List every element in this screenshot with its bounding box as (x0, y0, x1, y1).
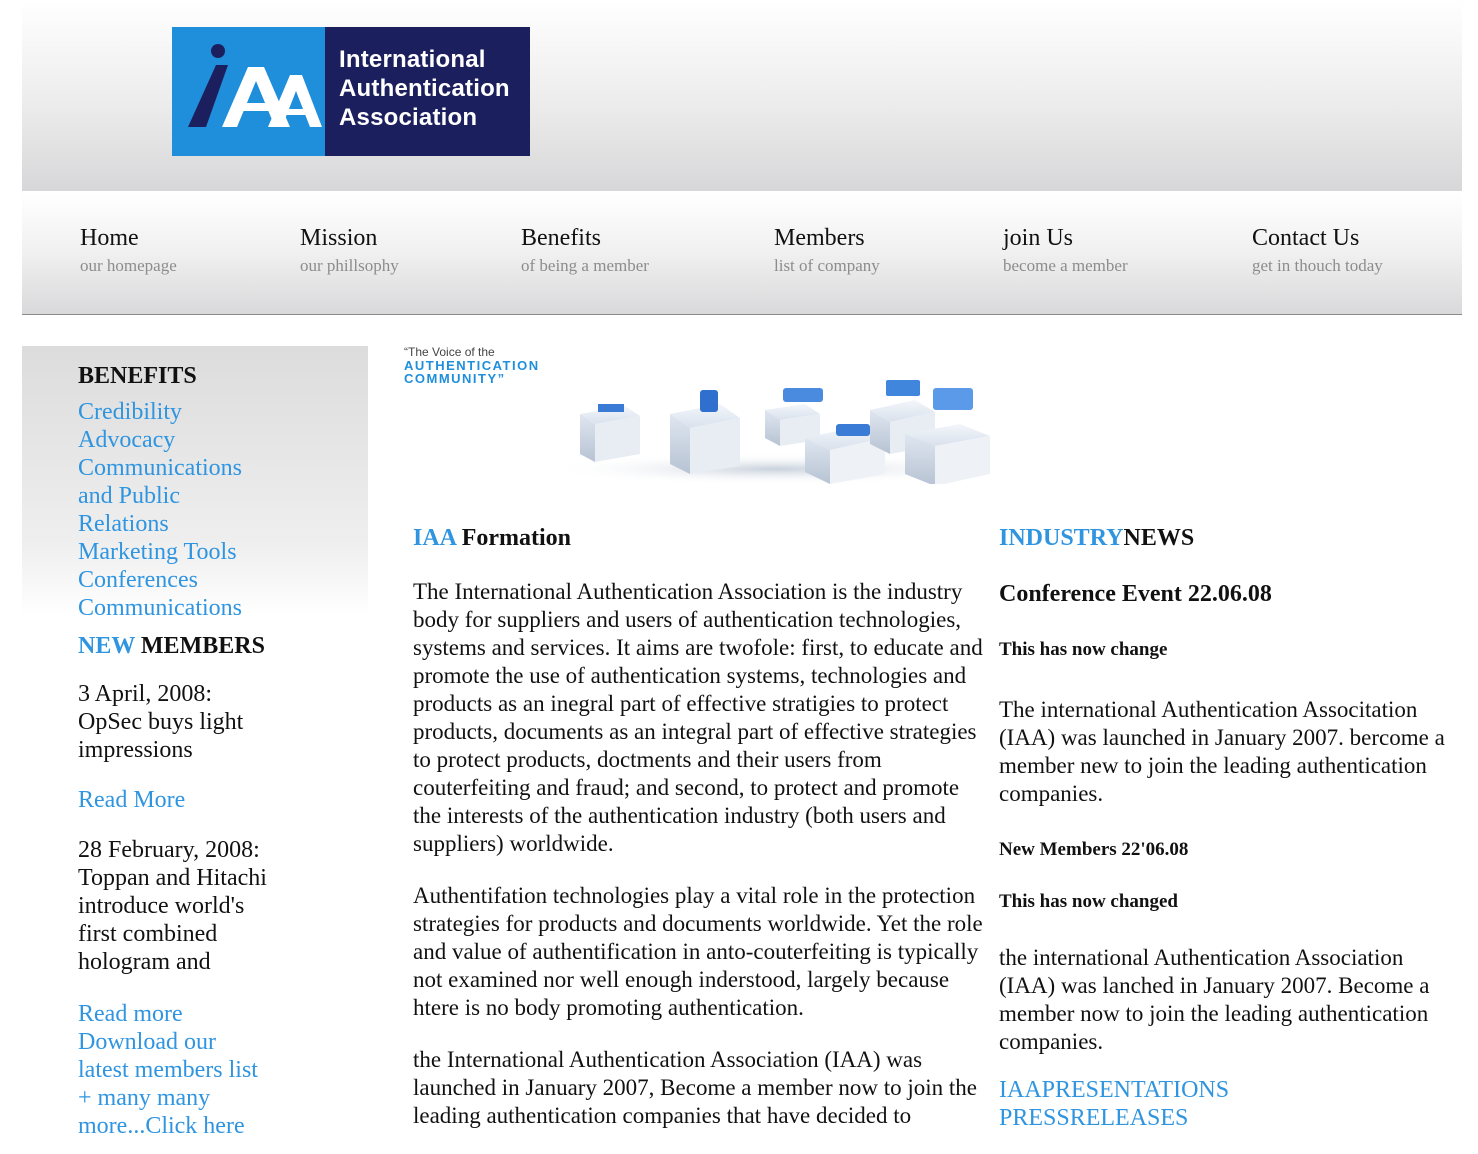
new-members-news-title: New Members 22'06.08 (999, 839, 1189, 860)
new-members-news-body: the international Authentication Associa… (999, 945, 1430, 1054)
nav-item-join-us[interactable]: join Us become a member (1003, 223, 1128, 279)
nav-title[interactable]: Members (774, 223, 880, 253)
event-title: Conference Event 22.06.08 (999, 581, 1272, 607)
download-members-link-3[interactable]: + many many (78, 1084, 358, 1112)
banner-tagline: “The Voice of the AUTHENTICATION COMMUNI… (404, 346, 540, 386)
nav-subtitle: our phillsophy (300, 256, 399, 275)
benefits-heading: BENEFITS (78, 363, 197, 389)
read-more-link-1[interactable]: Read More (78, 786, 358, 814)
site-header: International Authentication Association (22, 0, 1462, 191)
press-releases-link[interactable]: PRESSRELEASES (999, 1104, 1454, 1132)
formation-title-rest: Formation (455, 525, 571, 551)
nav-title[interactable]: Home (80, 223, 177, 253)
iaa-logo-mark (172, 27, 325, 156)
event-note: This has now change (999, 639, 1168, 660)
benefit-link-communications-pr[interactable]: Communications (78, 454, 358, 482)
banner-tagline-3: COMMUNITY” (404, 371, 506, 386)
cube-1 (580, 404, 640, 462)
news-item-1: 3 April, 2008: OpSec buys light impressi… (78, 681, 244, 763)
nav-subtitle: of being a member (521, 256, 649, 275)
logo-line-3: Association (339, 104, 478, 131)
industry-news-title-rest: NEWS (1123, 525, 1195, 551)
logo-line-2: Authentication (339, 75, 510, 102)
formation-paragraph-3: the International Authentication Associa… (413, 1047, 977, 1128)
read-more-link-2[interactable]: Read more (78, 1000, 358, 1028)
formation-paragraph-1: The International Authentication Associa… (413, 579, 983, 856)
banner-cubes-illustration (545, 380, 1005, 484)
nav-title[interactable]: Mission (300, 223, 399, 253)
nav-item-benefits[interactable]: Benefits of being a member (521, 223, 649, 279)
benefit-link-marketing-tools[interactable]: Marketing Tools (78, 538, 358, 566)
nav-title[interactable]: join Us (1003, 223, 1128, 253)
nav-title[interactable]: Contact Us (1252, 223, 1383, 253)
industry-news-column: INDUSTRYNEWS Conference Event 22.06.08 T… (999, 522, 1454, 1132)
new-members-heading-accent: NEW (78, 633, 135, 659)
download-members-link-2[interactable]: latest members list (78, 1056, 358, 1084)
benefit-link-communications-pr-3[interactable]: Relations (78, 510, 358, 538)
benefit-link-credibility[interactable]: Credibility (78, 398, 358, 426)
logo-line-1: International (339, 46, 486, 73)
download-members-link[interactable]: Download our (78, 1028, 358, 1056)
nav-item-home[interactable]: Home our homepage (80, 223, 177, 279)
industry-news-title: INDUSTRYNEWS (999, 522, 1454, 554)
nav-item-members[interactable]: Members list of company (774, 223, 880, 279)
nav-subtitle: become a member (1003, 256, 1128, 275)
news-item-2: 28 February, 2008: Toppan and Hitachi in… (78, 837, 267, 975)
presentations-link[interactable]: IAAPRESENTATIONS (999, 1076, 1454, 1104)
cube-2 (670, 390, 740, 474)
formation-paragraph-2: Authentifation technologies play a vital… (413, 883, 983, 1020)
benefit-link-communications-pr-2[interactable]: and Public (78, 482, 358, 510)
nav-subtitle: our homepage (80, 256, 177, 275)
formation-title-accent: IAA (413, 525, 456, 551)
new-members-news-note: This has now changed (999, 891, 1178, 912)
nav-item-contact-us[interactable]: Contact Us get in thouch today (1252, 223, 1383, 279)
nav-subtitle: list of company (774, 256, 880, 275)
nav-subtitle: get in thouch today (1252, 256, 1383, 275)
benefit-link-advocacy[interactable]: Advocacy (78, 426, 358, 454)
hero-banner: “The Voice of the AUTHENTICATION COMMUNI… (400, 344, 1010, 484)
iaa-logo[interactable]: International Authentication Association (172, 27, 530, 156)
new-members-heading-rest: MEMBERS (134, 633, 265, 659)
event-body: The international Authentication Associt… (999, 697, 1445, 806)
iaa-logo-text: International Authentication Association (325, 27, 530, 156)
main-content: IAA Formation The International Authenti… (413, 522, 991, 1154)
main-navigation: Home our homepage Mission our phillsophy… (22, 193, 1462, 315)
benefit-link-communications[interactable]: Communications (78, 594, 358, 622)
download-members-link-4[interactable]: more...Click here (78, 1112, 358, 1140)
benefit-link-conferences[interactable]: Conferences (78, 566, 358, 594)
nav-title[interactable]: Benefits (521, 223, 649, 253)
industry-news-title-accent: INDUSTRY (999, 525, 1124, 551)
sidebar: BENEFITS Credibility Advocacy Communicat… (22, 346, 368, 1140)
nav-item-mission[interactable]: Mission our phillsophy (300, 223, 399, 279)
formation-title: IAA Formation (413, 522, 991, 554)
new-members-heading: NEW MEMBERS (78, 632, 358, 660)
